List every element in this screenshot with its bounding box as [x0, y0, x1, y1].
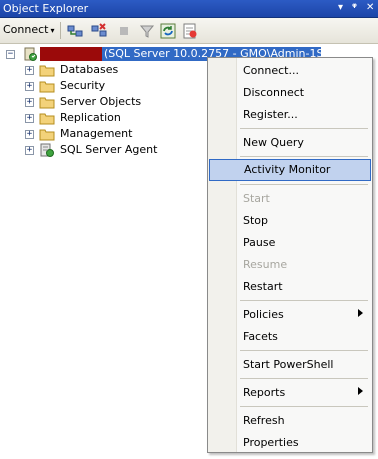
- connect-dropdown-button[interactable]: Connect ▾: [3, 23, 55, 36]
- tree-node-security[interactable]: + Security: [0, 78, 180, 94]
- close-panel-icon[interactable]: ✕: [366, 2, 374, 13]
- menu-item-connect[interactable]: Connect...: [208, 60, 372, 80]
- tree-node-label: Security: [60, 79, 106, 92]
- expand-toggle[interactable]: +: [25, 66, 34, 75]
- server-icon: [24, 47, 37, 61]
- menu-item-label: Connect...: [243, 64, 299, 77]
- sql-agent-icon: [40, 143, 54, 157]
- refresh-icon[interactable]: [160, 23, 176, 39]
- connect-label: Connect: [3, 23, 49, 36]
- tree-node-management[interactable]: + Management: [0, 126, 180, 142]
- menu-item-label: Refresh: [243, 414, 285, 427]
- menu-item-label: Disconnect: [243, 86, 305, 99]
- tree-node-label: Server Objects: [60, 95, 142, 108]
- submenu-arrow-icon: [358, 387, 363, 395]
- menu-item-activity-monitor[interactable]: Activity Monitor: [209, 159, 371, 181]
- menu-item-start-powershell[interactable]: Start PowerShell: [208, 354, 372, 374]
- menu-item-label: Policies: [243, 308, 284, 321]
- menu-item-reports[interactable]: Reports: [208, 382, 372, 402]
- menu-item-label: Start: [243, 192, 270, 205]
- expand-toggle[interactable]: +: [25, 98, 34, 107]
- disconnect-icon[interactable]: [91, 23, 107, 39]
- menu-item-policies[interactable]: Policies: [208, 304, 372, 324]
- menu-item-label: Register...: [243, 108, 298, 121]
- menu-item-label: Properties: [243, 436, 299, 449]
- tree-node-server-objects[interactable]: + Server Objects: [0, 94, 180, 110]
- menu-separator: [240, 156, 368, 157]
- menu-item-label: Restart: [243, 280, 283, 293]
- folder-icon: [39, 81, 55, 93]
- menu-item-register[interactable]: Register...: [208, 104, 372, 124]
- tree-node-label: Management: [60, 127, 133, 140]
- tree-node-label: SQL Server Agent: [60, 143, 158, 156]
- folder-icon: [39, 129, 55, 141]
- menu-item-resume: Resume: [208, 254, 372, 274]
- object-explorer-details-icon[interactable]: [182, 23, 198, 39]
- submenu-arrow-icon: [358, 309, 363, 317]
- menu-item-label: Stop: [243, 214, 269, 227]
- menu-separator: [240, 184, 368, 185]
- filter-icon[interactable]: [139, 23, 155, 39]
- panel-title: Object Explorer: [3, 2, 89, 15]
- menu-separator: [240, 350, 368, 351]
- folder-icon: [39, 113, 55, 125]
- menu-item-label: Reports: [243, 386, 286, 399]
- stop-icon[interactable]: [116, 23, 132, 39]
- object-explorer-titlebar: Object Explorer ▾ ᵠ ✕: [0, 0, 378, 18]
- menu-item-properties[interactable]: Properties: [208, 432, 372, 452]
- menu-item-disconnect[interactable]: Disconnect: [208, 82, 372, 102]
- menu-item-start: Start: [208, 188, 372, 208]
- expand-toggle[interactable]: +: [25, 114, 34, 123]
- toolbar-separator: [60, 22, 61, 39]
- menu-separator: [240, 128, 368, 129]
- menu-item-restart[interactable]: Restart: [208, 276, 372, 296]
- redacted-server-name: [40, 47, 102, 61]
- menu-item-label: Facets: [243, 330, 278, 343]
- collapse-toggle[interactable]: −: [6, 50, 15, 59]
- tree-node-sql-server-agent[interactable]: + SQL Server Agent: [0, 142, 180, 158]
- menu-separator: [240, 406, 368, 407]
- menu-item-label: Pause: [243, 236, 276, 249]
- menu-item-label: Activity Monitor: [244, 163, 331, 176]
- chevron-down-icon: ▾: [50, 26, 55, 35]
- expand-toggle[interactable]: +: [25, 146, 34, 155]
- menu-item-new-query[interactable]: New Query: [208, 132, 372, 152]
- expand-toggle[interactable]: +: [25, 82, 34, 91]
- window-position-dropdown-icon[interactable]: ▾: [338, 2, 343, 13]
- folder-icon: [39, 97, 55, 109]
- folder-icon: [39, 65, 55, 77]
- auto-hide-pin-icon[interactable]: ᵠ: [352, 2, 357, 13]
- tree-node-replication[interactable]: + Replication: [0, 110, 180, 126]
- menu-item-label: Start PowerShell: [243, 358, 334, 371]
- menu-item-label: Resume: [243, 258, 288, 271]
- tree-node-databases[interactable]: + Databases: [0, 62, 180, 78]
- menu-item-refresh[interactable]: Refresh: [208, 410, 372, 430]
- object-explorer-toolbar: Connect ▾: [0, 18, 378, 44]
- menu-separator: [240, 378, 368, 379]
- connect-object-explorer-icon[interactable]: [67, 23, 83, 39]
- tree-node-label: Replication: [60, 111, 121, 124]
- menu-item-facets[interactable]: Facets: [208, 326, 372, 346]
- menu-item-label: New Query: [243, 136, 304, 149]
- tree-node-label: Databases: [60, 63, 119, 76]
- expand-toggle[interactable]: +: [25, 130, 34, 139]
- server-context-menu: Connect... Disconnect Register... New Qu…: [207, 57, 373, 453]
- menu-item-stop[interactable]: Stop: [208, 210, 372, 230]
- menu-separator: [240, 300, 368, 301]
- menu-item-pause[interactable]: Pause: [208, 232, 372, 252]
